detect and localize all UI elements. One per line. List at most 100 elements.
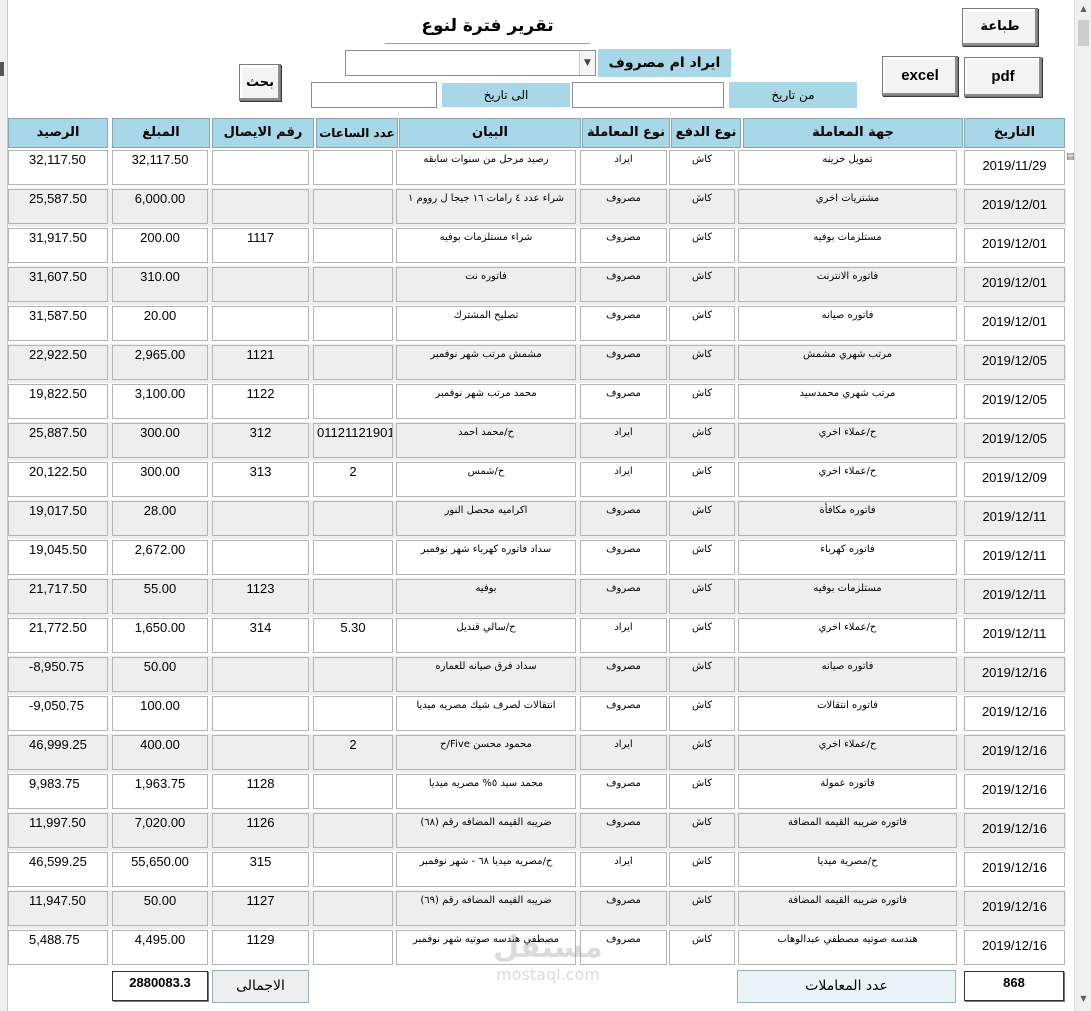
cell-payment[interactable]: كاش bbox=[669, 306, 735, 341]
cell-party[interactable]: ح/عملاء اخري bbox=[738, 423, 957, 458]
cell-description[interactable]: شراء مستلزمات بوفيه bbox=[396, 228, 576, 263]
cell-amount[interactable]: 200.00 bbox=[112, 228, 208, 263]
cell-payment[interactable]: كاش bbox=[669, 345, 735, 380]
cell-hours[interactable] bbox=[313, 189, 393, 224]
cell-txn-type[interactable]: مصروف bbox=[580, 774, 667, 809]
cell-balance[interactable]: 31,587.50 bbox=[8, 306, 108, 341]
cell-hours[interactable] bbox=[313, 579, 393, 614]
cell-receipt[interactable] bbox=[212, 306, 309, 341]
cell-txn-type[interactable]: ايراد bbox=[580, 735, 667, 770]
cell-txn-type[interactable]: مصروف bbox=[580, 267, 667, 302]
cell-date[interactable]: 2019/12/11 bbox=[964, 618, 1065, 653]
cell-txn-type[interactable]: ايراد bbox=[580, 462, 667, 497]
table-row[interactable]: 2019/12/01 مستلزمات بوفيه كاش مصروف شراء مست… bbox=[8, 227, 1066, 266]
cell-payment[interactable]: كاش bbox=[669, 189, 735, 224]
cell-description[interactable]: تصليح المشترك bbox=[396, 306, 576, 341]
cell-receipt[interactable] bbox=[212, 735, 309, 770]
table-row[interactable]: 2019/12/05 ح/عملاء اخري كاش ايراد ح/محمد احم… bbox=[8, 422, 1066, 461]
cell-txn-type[interactable]: مصروف bbox=[580, 813, 667, 848]
cell-party[interactable]: ح/عملاء اخري bbox=[738, 735, 957, 770]
cell-date[interactable]: 2019/12/11 bbox=[964, 540, 1065, 575]
cell-party[interactable]: مشتريات اخري bbox=[738, 189, 957, 224]
cell-balance[interactable]: 32,117.50 bbox=[8, 150, 108, 185]
table-row[interactable]: 2019/12/05 مرتب شهري مشمش كاش مصروف مشمش مرت… bbox=[8, 344, 1066, 383]
cell-date[interactable]: 2019/12/16 bbox=[964, 696, 1065, 731]
cell-description[interactable]: ح/مصريه ميديا ٦٨ - شهر نوفمبر bbox=[396, 852, 576, 887]
print-button[interactable]: طباعة bbox=[962, 8, 1038, 46]
cell-balance[interactable]: -9,050.75 bbox=[8, 696, 108, 731]
cell-date[interactable]: 2019/12/01 bbox=[964, 267, 1065, 302]
cell-payment[interactable]: كاش bbox=[669, 267, 735, 302]
cell-party[interactable]: ح/عملاء اخري bbox=[738, 462, 957, 497]
cell-party[interactable]: فاتوره صيانه bbox=[738, 306, 957, 341]
table-row[interactable]: 2019/12/01 مشتريات اخري كاش مصروف شراء عدد ٤… bbox=[8, 188, 1066, 227]
cell-payment[interactable]: كاش bbox=[669, 735, 735, 770]
col-header-amount[interactable]: المبلغ bbox=[112, 118, 210, 148]
cell-balance[interactable]: 31,917.50 bbox=[8, 228, 108, 263]
table-row[interactable]: 2019/12/11 ح/عملاء اخري كاش ايراد ح/سالي قند… bbox=[8, 617, 1066, 656]
table-row[interactable]: 2019/12/11 فاتوره مكافأة كاش مصروف اكراميه م… bbox=[8, 500, 1066, 539]
cell-txn-type[interactable]: مصروف bbox=[580, 228, 667, 263]
cell-receipt[interactable]: 1128 bbox=[212, 774, 309, 809]
cell-txn-type[interactable]: مصروف bbox=[580, 501, 667, 536]
cell-payment[interactable]: كاش bbox=[669, 696, 735, 731]
cell-date[interactable]: 2019/12/01 bbox=[964, 189, 1065, 224]
excel-button[interactable]: excel bbox=[882, 56, 958, 96]
cell-receipt[interactable]: 1127 bbox=[212, 891, 309, 926]
vertical-scrollbar[interactable]: ▲ ▼ bbox=[1074, 0, 1091, 1011]
pdf-button[interactable]: pdf bbox=[964, 57, 1042, 97]
col-header-payment[interactable]: نوع الدفع bbox=[671, 118, 741, 148]
cell-party[interactable]: مرتب شهري مشمش bbox=[738, 345, 957, 380]
cell-hours[interactable] bbox=[313, 228, 393, 263]
cell-receipt[interactable]: 315 bbox=[212, 852, 309, 887]
cell-payment[interactable]: كاش bbox=[669, 618, 735, 653]
cell-description[interactable]: محمد سيد ٥% مصريه ميديا bbox=[396, 774, 576, 809]
cell-party[interactable]: فاتوره الانترنت bbox=[738, 267, 957, 302]
cell-receipt[interactable]: 312 bbox=[212, 423, 309, 458]
cell-hours[interactable]: 01121121901 bbox=[313, 423, 393, 458]
cell-payment[interactable]: كاش bbox=[669, 930, 735, 965]
cell-hours[interactable]: 5.30 bbox=[313, 618, 393, 653]
cell-date[interactable]: 2019/12/16 bbox=[964, 774, 1065, 809]
cell-amount[interactable]: 300.00 bbox=[112, 423, 208, 458]
cell-hours[interactable] bbox=[313, 267, 393, 302]
cell-balance[interactable]: 25,887.50 bbox=[8, 423, 108, 458]
col-header-receipt[interactable]: رقم الايصال bbox=[212, 118, 314, 148]
cell-payment[interactable]: كاش bbox=[669, 501, 735, 536]
cell-description[interactable]: ضريبه القيمه المضافه رقم (٦٩) bbox=[396, 891, 576, 926]
cell-balance[interactable]: 19,822.50 bbox=[8, 384, 108, 419]
cell-receipt[interactable] bbox=[212, 540, 309, 575]
table-row[interactable]: 2019/12/16 فاتوره انتقالات كاش مصروف انتقالا… bbox=[8, 695, 1066, 734]
cell-balance[interactable]: 21,772.50 bbox=[8, 618, 108, 653]
cell-txn-type[interactable]: مصروف bbox=[580, 384, 667, 419]
cell-description[interactable]: سداد فاتوره كهرباء شهر نوفمبر bbox=[396, 540, 576, 575]
cell-party[interactable]: فاتوره صيانه bbox=[738, 657, 957, 692]
cell-amount[interactable]: 55.00 bbox=[112, 579, 208, 614]
col-header-description[interactable]: البيان bbox=[399, 118, 581, 148]
table-row[interactable]: 2019/12/16 فاتوره ضريبه القيمه المضافة كاش… bbox=[8, 812, 1066, 851]
cell-balance[interactable]: 5,488.75 bbox=[8, 930, 108, 965]
cell-receipt[interactable]: 1122 bbox=[212, 384, 309, 419]
cell-amount[interactable]: 6,000.00 bbox=[112, 189, 208, 224]
cell-balance[interactable]: 22,922.50 bbox=[8, 345, 108, 380]
cell-hours[interactable] bbox=[313, 891, 393, 926]
cell-date[interactable]: 2019/12/16 bbox=[964, 930, 1065, 965]
cell-description[interactable]: ح/شمس bbox=[396, 462, 576, 497]
cell-amount[interactable]: 2,672.00 bbox=[112, 540, 208, 575]
cell-amount[interactable]: 300.00 bbox=[112, 462, 208, 497]
cell-date[interactable]: 2019/12/16 bbox=[964, 891, 1065, 926]
cell-party[interactable]: مستلزمات بوفيه bbox=[738, 579, 957, 614]
table-row[interactable]: 2019/11/29 تمويل خزينه كاش ايراد رصيد مرحل م… bbox=[8, 149, 1066, 188]
col-header-hours[interactable]: عدد الساعات bbox=[316, 118, 398, 148]
chevron-down-icon[interactable]: ▼ bbox=[579, 51, 595, 75]
cell-txn-type[interactable]: ايراد bbox=[580, 423, 667, 458]
table-row[interactable]: 2019/12/01 فاتوره صيانه كاش مصروف تصليح المش… bbox=[8, 305, 1066, 344]
cell-hours[interactable] bbox=[313, 150, 393, 185]
cell-date[interactable]: 2019/12/09 bbox=[964, 462, 1065, 497]
cell-amount[interactable]: 55,650.00 bbox=[112, 852, 208, 887]
cell-receipt[interactable] bbox=[212, 696, 309, 731]
cell-balance[interactable]: 31,607.50 bbox=[8, 267, 108, 302]
cell-receipt[interactable] bbox=[212, 150, 309, 185]
cell-balance[interactable]: 19,045.50 bbox=[8, 540, 108, 575]
cell-amount[interactable]: 28.00 bbox=[112, 501, 208, 536]
